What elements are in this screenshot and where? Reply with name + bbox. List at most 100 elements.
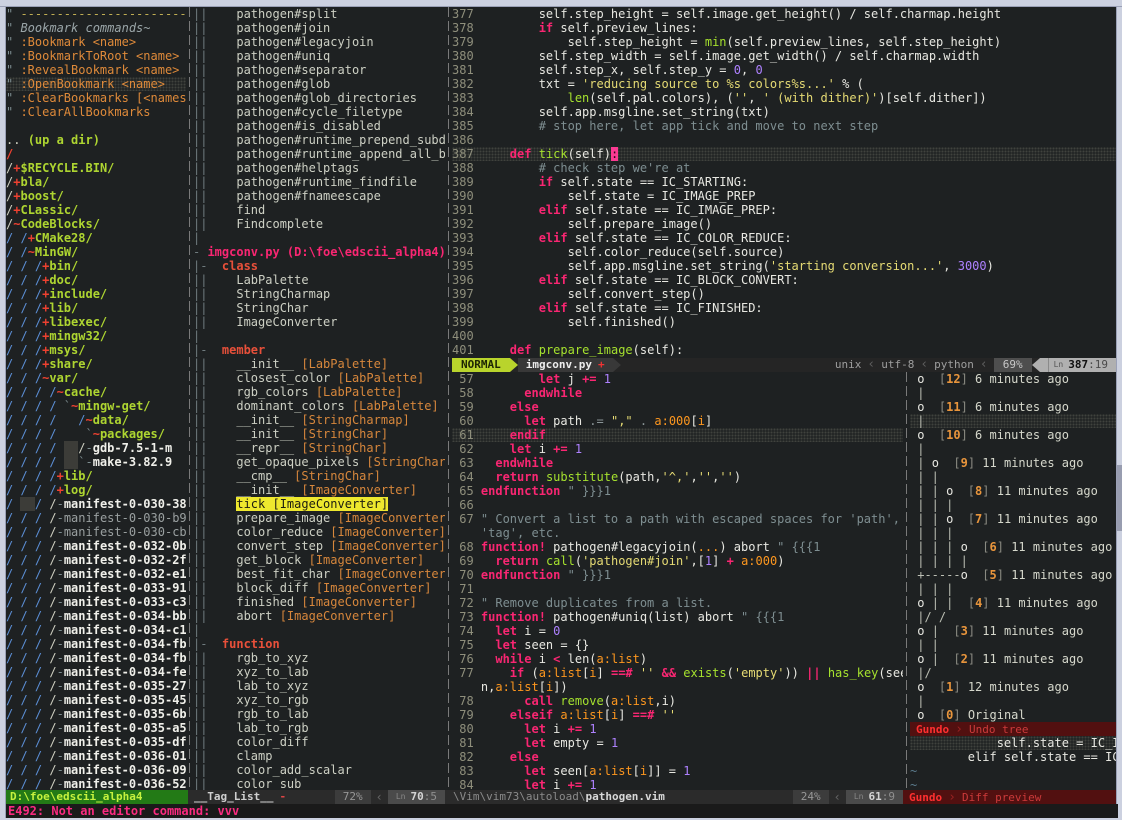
tag-item[interactable]: || dominant_colors [LabPalette] xyxy=(193,399,445,413)
tag-item[interactable]: || __init__ [StringChar] xyxy=(193,427,445,441)
tree-item[interactable]: / / / /-manifest-0-035-a5 xyxy=(6,721,186,735)
code-line[interactable]: 84 let i += 1 xyxy=(452,778,903,790)
code-line[interactable]: 383 len(self.pal.colors), ('', ' (with d… xyxy=(452,91,1116,105)
tree-item[interactable]: / / / /-manifest-0-032-0b xyxy=(6,539,186,553)
tree-item[interactable]: / / /+lib/ xyxy=(6,301,186,315)
code-line[interactable]: 58 endwhile xyxy=(452,386,903,400)
code-line[interactable]: 392 self.prepare_image() xyxy=(452,217,1116,231)
tree-item[interactable]: /+boost/ xyxy=(6,189,186,203)
tag-item[interactable]: || prepare_image [ImageConverter] xyxy=(193,511,445,525)
code-line[interactable]: 77 if (a:list[i] ==# '' && exists('empty… xyxy=(452,666,903,680)
code-line[interactable]: 384 self.app.msgline.set_string(txt) xyxy=(452,105,1116,119)
undo-node[interactable]: | xyxy=(910,386,1116,400)
tree-item[interactable]: /+CLassic/ xyxy=(6,203,186,217)
code-line[interactable]: 380 self.step_width = self.image.get_wid… xyxy=(452,49,1116,63)
tree-item[interactable]: / / / /-manifest-0-033-c3 xyxy=(6,595,186,609)
tree-item[interactable]: / xyxy=(6,147,186,161)
tree-item[interactable]: / / / /+log/ xyxy=(6,483,186,497)
tag-item[interactable]: || pathogen#runtime_findfile xyxy=(193,175,445,189)
code-line[interactable]: 393 elif self.state == IC_COLOR_REDUCE: xyxy=(452,231,1116,245)
undo-node[interactable]: +-----o [5] 11 minutes ago xyxy=(910,568,1116,582)
tag-item[interactable]: || pathogen#split xyxy=(193,7,445,21)
undo-node[interactable]: o [11] 6 minutes ago xyxy=(910,400,1116,414)
diff-line[interactable]: ~ xyxy=(910,778,1116,790)
tree-item[interactable]: / / / / `-make-3.82.9 xyxy=(6,455,186,469)
tag-item[interactable]: |- class xyxy=(193,259,445,273)
tree-item[interactable]: /+bla/ xyxy=(6,175,186,189)
code-line[interactable]: 65endfunction " }}}1 xyxy=(452,484,903,498)
tree-item[interactable]: / / /+bin/ xyxy=(6,259,186,273)
command-line-error[interactable]: E492: Not an editor command: vvv xyxy=(6,804,1118,818)
code-line[interactable]: 68function! pathogen#legacyjoin(...) abo… xyxy=(452,540,903,554)
code-line[interactable]: 71 xyxy=(452,582,903,596)
code-line[interactable]: 70endfunction " }}}1 xyxy=(452,568,903,582)
tree-item[interactable]: / / / /-manifest-0-032-2f xyxy=(6,553,186,567)
tree-item[interactable]: " :OpenBookmark <name> xyxy=(6,77,186,91)
tag-item[interactable]: || clamp xyxy=(193,749,445,763)
code-line[interactable]: 81 let empty = 1 xyxy=(452,736,903,750)
code-line[interactable]: 388 # check step we're at xyxy=(452,161,1116,175)
code-line[interactable]: 64 return substitute(path,'^,','','') xyxy=(452,470,903,484)
tree-item[interactable]: " Bookmark commands~ xyxy=(6,21,186,35)
code-line[interactable]: 80 let i += 1 xyxy=(452,722,903,736)
tree-item[interactable]: " :RevealBookmark <name> xyxy=(6,63,186,77)
tree-item[interactable]: /~CodeBlocks/ xyxy=(6,217,186,231)
gundo-tree-window[interactable]: o [12] 6 minutes ago | o [11] 6 minutes … xyxy=(910,372,1116,722)
tag-item[interactable]: || pathogen#fnameescape xyxy=(193,189,445,203)
undo-node[interactable]: | xyxy=(910,694,1116,708)
code-line[interactable]: 69 return call('pathogen#join',[1] + a:0… xyxy=(452,554,903,568)
undo-node[interactable]: | | | xyxy=(910,526,1116,540)
tag-item[interactable]: || pathogen#join xyxy=(193,21,445,35)
diff-line[interactable]: ~ xyxy=(910,764,1116,778)
tag-item[interactable]: || pathogen#separator xyxy=(193,63,445,77)
tag-item[interactable]: || rgb_to_xyz xyxy=(193,651,445,665)
tag-item[interactable]: || pathogen#glob xyxy=(193,77,445,91)
code-line[interactable]: 400 xyxy=(452,329,1116,343)
tree-item[interactable]: / / /+libexec/ xyxy=(6,315,186,329)
undo-node[interactable]: o | [3] 11 minutes ago xyxy=(910,624,1116,638)
tree-item[interactable]: .. (up a dir) xyxy=(6,133,186,147)
window-separator[interactable] xyxy=(186,7,193,790)
undo-node[interactable]: o | | [4] 11 minutes ago xyxy=(910,596,1116,610)
code-line[interactable]: 61 endif xyxy=(452,428,903,442)
tag-item[interactable]: || __init__ [ImageConverter] xyxy=(193,483,445,497)
undo-node[interactable]: | | o [8] 11 minutes ago xyxy=(910,484,1116,498)
tree-item[interactable]: / / / /-manifest-0-036-52 xyxy=(6,777,186,790)
tag-item[interactable]: | xyxy=(193,231,445,245)
tree-item[interactable]: /+$RECYCLE.BIN/ xyxy=(6,161,186,175)
window-separator[interactable] xyxy=(903,372,910,790)
tag-item[interactable]: || lab_to_xyz xyxy=(193,679,445,693)
undo-node[interactable]: o | [2] 11 minutes ago xyxy=(910,652,1116,666)
undo-node[interactable]: | xyxy=(910,442,1116,456)
tree-item[interactable]: / / / /-manifest-0-034-bb xyxy=(6,609,186,623)
tree-item[interactable]: / / /-manifest-0-030-38 xyxy=(6,497,186,511)
tree-item[interactable]: " ----------------------- xyxy=(6,7,186,21)
tag-item[interactable]: || pathogen#uniq xyxy=(193,49,445,63)
tag-item[interactable]: || color_diff xyxy=(193,735,445,749)
code-line[interactable]: 395 self.app.msgline.set_string('startin… xyxy=(452,259,1116,273)
tag-item[interactable]: || __init__ [LabPalette] xyxy=(193,357,445,371)
tag-item[interactable]: || color_add_scalar xyxy=(193,763,445,777)
code-line[interactable]: n,a:list[i]) xyxy=(452,680,903,694)
tree-item[interactable]: / / / /-manifest-0-030-b9 xyxy=(6,511,186,525)
diff-line[interactable]: elif self.state == IC_IMAGE_PREP: xyxy=(910,750,1116,764)
undo-node[interactable]: | | | xyxy=(910,498,1116,512)
tag-item[interactable]: || xyz_to_rgb xyxy=(193,693,445,707)
undo-node[interactable]: | | xyxy=(910,470,1116,484)
undo-node[interactable]: o [0] Original xyxy=(910,708,1116,722)
tree-item[interactable]: / / / /-manifest-0-036-01 xyxy=(6,749,186,763)
tag-item[interactable]: || __init__ [StringCharmap] xyxy=(193,413,445,427)
code-line[interactable]: 76 while i < len(a:list) xyxy=(452,652,903,666)
code-line[interactable]: 63 endwhile xyxy=(452,456,903,470)
tag-item[interactable]: || block_diff [ImageConverter] xyxy=(193,581,445,595)
tag-item[interactable]: || pathogen#legacyjoin xyxy=(193,35,445,49)
tree-item[interactable]: " :ClearBookmarks [<names xyxy=(6,91,186,105)
undo-node[interactable]: | o [9] 11 minutes ago xyxy=(910,456,1116,470)
tree-item[interactable]: / / / / `~packages/ xyxy=(6,427,186,441)
tag-item[interactable]: || pathogen#glob_directories xyxy=(193,91,445,105)
code-line[interactable]: 378 if self.preview_lines: xyxy=(452,21,1116,35)
tag-item[interactable]: || convert_step [ImageConverter] xyxy=(193,539,445,553)
code-line[interactable]: 62 let i += 1 xyxy=(452,442,903,456)
code-line[interactable]: 381 self.step_x, self.step_y = 0, 0 xyxy=(452,63,1116,77)
tag-item[interactable]: || xyz_to_lab xyxy=(193,665,445,679)
